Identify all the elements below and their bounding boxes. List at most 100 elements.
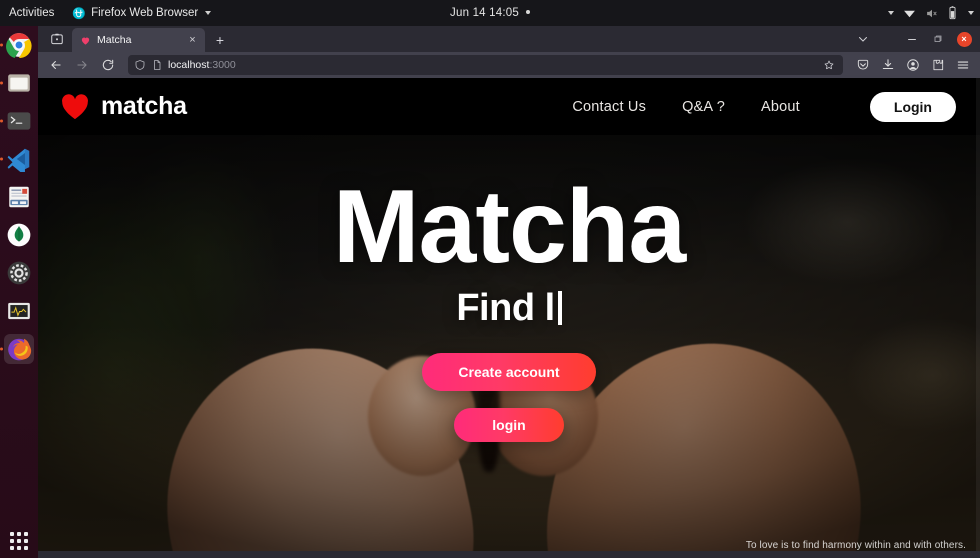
hero-login-button[interactable]: login <box>454 408 564 442</box>
firefox-view-button[interactable] <box>42 28 72 50</box>
toolbar-icons <box>851 54 974 76</box>
running-indicator-icon <box>0 81 3 85</box>
dock-item-visual-studio-code[interactable] <box>0 144 34 174</box>
close-button[interactable]: × <box>952 28 976 50</box>
dock-item-files[interactable] <box>0 68 34 98</box>
settings-gear-icon <box>7 261 31 285</box>
dock-item-settings[interactable] <box>4 258 34 288</box>
pocket-icon <box>857 59 868 70</box>
tab-strip: Matcha × + × <box>38 26 980 52</box>
new-tab-button[interactable]: + <box>208 29 232 51</box>
url-host: localhost <box>168 59 210 71</box>
dock <box>0 26 38 558</box>
back-button[interactable] <box>44 54 68 76</box>
notification-dot-icon <box>525 10 530 14</box>
chevron-down-icon <box>859 37 867 42</box>
running-indicator-icon <box>0 119 3 123</box>
header-login-button[interactable]: Login <box>869 91 956 122</box>
account-icon <box>906 59 919 71</box>
site-header: matcha Contact Us Q&A ? About Login <box>38 78 980 135</box>
hero-vignette <box>38 78 980 558</box>
pocket-button[interactable] <box>851 54 874 76</box>
chevron-down-icon <box>205 11 212 15</box>
window-controls: × <box>850 28 976 50</box>
system-monitor-icon <box>8 302 30 320</box>
window-bottom-strip <box>38 551 980 558</box>
caret-down-icon <box>968 11 974 15</box>
arrow-right-icon <box>77 60 87 70</box>
downloads-icon <box>882 59 893 70</box>
google-chrome-icon <box>6 33 32 58</box>
firefox-window: Matcha × + × localhost:3000 matcha Conta… <box>38 26 980 558</box>
heart-icon <box>81 37 90 45</box>
heart-icon <box>62 94 88 120</box>
firefox-view-icon <box>51 33 63 45</box>
shield-icon[interactable] <box>134 59 146 71</box>
brand-name: matcha <box>101 92 187 120</box>
navigation-toolbar: localhost:3000 <box>38 52 980 78</box>
dock-item-terminal[interactable] <box>0 106 34 136</box>
reload-button[interactable] <box>96 54 120 76</box>
minimize-icon <box>908 39 916 40</box>
dock-item-mongodb-compass[interactable] <box>4 220 34 250</box>
dock-item-text-editor[interactable] <box>4 182 34 212</box>
forward-button[interactable] <box>70 54 94 76</box>
dock-item-firefox[interactable] <box>0 334 34 364</box>
wifi-icon <box>904 10 915 17</box>
files-icon <box>8 74 30 92</box>
menu-icon <box>957 61 968 69</box>
hero-tagline: To love is to find harmony within and wi… <box>745 540 966 551</box>
close-icon[interactable]: × <box>186 34 199 46</box>
page-viewport: matcha Contact Us Q&A ? About Login Matc… <box>38 78 980 558</box>
nav-link-about[interactable]: About <box>761 99 800 115</box>
site-navigation: Contact Us Q&A ? About Login <box>572 91 956 122</box>
close-icon: × <box>956 31 972 47</box>
app-menu-button[interactable]: ⛎ Firefox Web Browser <box>64 0 219 26</box>
caret-down-icon <box>888 11 894 15</box>
minimize-button[interactable] <box>900 28 924 50</box>
dock-item-system-monitor[interactable] <box>4 296 34 326</box>
url-bar[interactable]: localhost:3000 <box>128 55 843 75</box>
reload-icon <box>102 59 114 71</box>
list-all-tabs-button[interactable] <box>850 28 876 50</box>
url-text: localhost:3000 <box>168 59 816 71</box>
visual-studio-code-icon <box>7 148 30 172</box>
mongodb-compass-icon <box>7 223 31 247</box>
create-account-button[interactable]: Create account <box>422 353 596 391</box>
tab-title: Matcha <box>97 34 132 46</box>
maximize-button[interactable] <box>926 28 950 50</box>
menu-button[interactable] <box>951 54 974 76</box>
app-menu-label: Firefox Web Browser <box>91 7 199 19</box>
dock-item-google-chrome[interactable] <box>0 30 34 60</box>
system-tray[interactable] <box>886 0 974 26</box>
firefox-icon <box>8 338 32 361</box>
bookmark-button[interactable] <box>821 59 837 71</box>
extensions-button[interactable] <box>926 54 949 76</box>
arrow-left-icon <box>51 60 61 70</box>
nav-link-qa[interactable]: Q&A ? <box>682 99 725 115</box>
terminal-icon <box>7 112 31 130</box>
volume-muted-icon <box>927 9 937 17</box>
star-icon <box>824 60 834 70</box>
running-indicator-icon <box>0 43 3 47</box>
brand-logo[interactable]: matcha <box>60 92 187 121</box>
apps-grid-icon <box>10 532 28 550</box>
nav-link-contact-us[interactable]: Contact Us <box>572 99 646 115</box>
activities-button[interactable]: Activities <box>0 0 64 26</box>
activities-label: Activities <box>9 7 55 19</box>
account-button[interactable] <box>901 54 924 76</box>
gnome-top-bar: Activities ⛎ Firefox Web Browser Jun 14 … <box>0 0 980 26</box>
battery-icon <box>949 6 956 20</box>
browser-tab[interactable]: Matcha × <box>72 28 205 52</box>
clock-label: Jun 14 14:05 <box>450 7 519 19</box>
downloads-button[interactable] <box>876 54 899 76</box>
running-indicator-icon <box>0 157 3 161</box>
page-icon[interactable] <box>151 59 163 71</box>
page-scrollbar[interactable] <box>976 78 980 551</box>
maximize-icon <box>934 35 942 42</box>
show-applications-button[interactable] <box>0 532 38 550</box>
extensions-icon <box>932 59 943 71</box>
firefox-icon: ⛎ <box>72 7 87 20</box>
url-port: :3000 <box>209 59 236 71</box>
text-editor-icon <box>9 186 29 208</box>
